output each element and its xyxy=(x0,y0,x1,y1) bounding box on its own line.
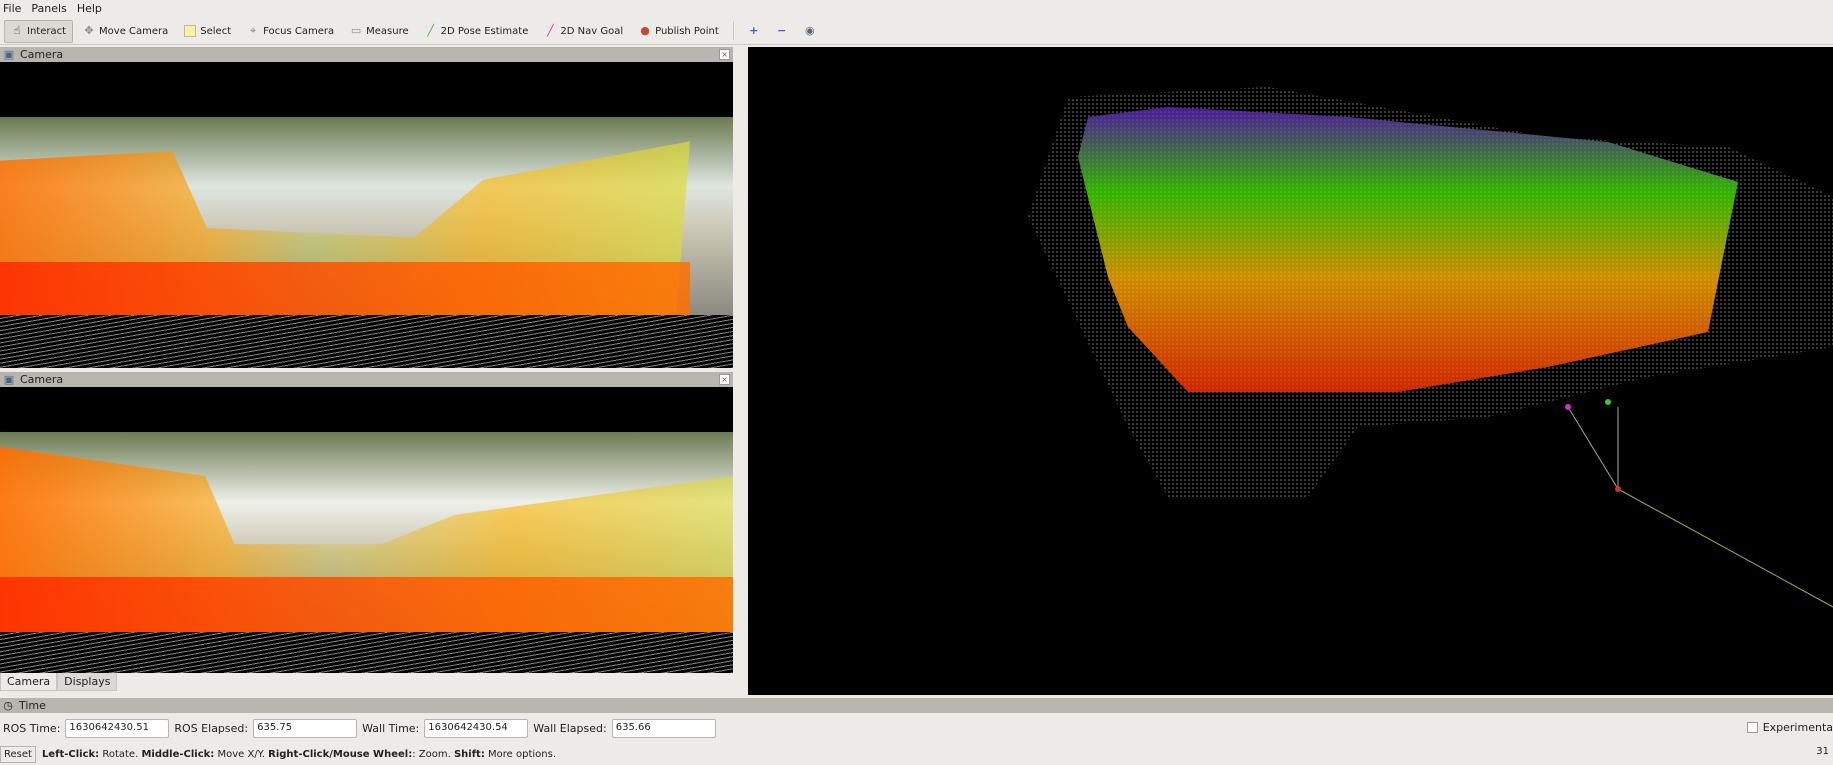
camera-panel-header-1: ▣ Camera × xyxy=(0,47,733,62)
camera-view-2 xyxy=(0,387,733,673)
minus-icon: − xyxy=(777,24,787,37)
point-cloud xyxy=(1028,87,1833,608)
ros-elapsed-label: ROS Elapsed: xyxy=(174,721,249,735)
near-points-overlay xyxy=(0,262,690,315)
wall-time-field[interactable]: 1630642430.54 xyxy=(424,718,529,738)
clock-icon: ◷ xyxy=(3,698,13,712)
near-points-overlay xyxy=(0,577,733,632)
move-camera-tool[interactable]: ✥ Move Camera xyxy=(77,20,174,43)
lidar-ground-points xyxy=(0,315,733,368)
move-camera-icon: ✥ xyxy=(84,24,94,37)
experimental-checkbox[interactable]: Experimenta xyxy=(1746,721,1833,734)
green-arrow-icon: ╱ xyxy=(427,24,434,37)
select-tool[interactable]: Select xyxy=(178,20,237,43)
pose-estimate-tool[interactable]: ╱ 2D Pose Estimate xyxy=(419,20,535,43)
tool-label: Move Camera xyxy=(99,25,169,37)
tool-label: Interact xyxy=(27,25,67,37)
menu-file[interactable]: File xyxy=(3,2,21,16)
camera-view-1 xyxy=(0,62,733,368)
lidar-ground-points xyxy=(0,632,733,673)
toolbar: ☝ Interact ✥ Move Camera Select ⌖ Focus Cam… xyxy=(0,18,1833,45)
close-panel-button[interactable]: × xyxy=(719,374,730,385)
tool-label: 2D Pose Estimate xyxy=(440,25,529,37)
pink-arrow-icon: ╱ xyxy=(547,24,554,37)
status-hint: Left-Click: Rotate. Middle-Click: Move X… xyxy=(41,748,557,760)
plus-icon: + xyxy=(749,24,759,37)
focus-camera-tool[interactable]: ⌖ Focus Camera xyxy=(241,20,340,43)
toolbar-divider xyxy=(732,22,734,40)
menu-panels[interactable]: Panels xyxy=(31,2,66,16)
panel-tabs: Camera Displays xyxy=(0,673,118,691)
select-icon xyxy=(184,25,197,37)
hand-cursor-icon: ☝ xyxy=(13,24,21,37)
time-row: ROS Time: 1630642430.51 ROS Elapsed: 635… xyxy=(0,718,716,738)
time-panel-header: ◷ Time xyxy=(0,698,1833,713)
map-pin-icon: ● xyxy=(640,24,650,37)
status-bar: Reset Left-Click: Rotate. Middle-Click: … xyxy=(0,744,556,764)
panel-title: Camera xyxy=(20,48,64,61)
wall-time-label: Wall Time: xyxy=(362,721,420,735)
camera-icon: ▣ xyxy=(3,372,15,386)
tool-label: Focus Camera xyxy=(263,25,335,37)
measure-tool[interactable]: ▭ Measure xyxy=(344,20,415,43)
close-panel-button[interactable]: × xyxy=(719,49,730,60)
tool-label: Select xyxy=(200,25,232,37)
tf-frames xyxy=(1565,399,1833,608)
panel-title: Camera xyxy=(20,373,64,386)
view-options-button[interactable]: ◉ xyxy=(798,20,822,43)
wall-elapsed-label: Wall Elapsed: xyxy=(533,721,607,735)
ros-time-label: ROS Time: xyxy=(3,721,61,735)
tool-label: Publish Point xyxy=(655,25,719,37)
time-panel-title: Time xyxy=(19,699,46,712)
experimental-label: Experimenta xyxy=(1762,721,1833,734)
remove-tool-button[interactable]: − xyxy=(770,20,794,43)
focus-camera-icon: ⌖ xyxy=(250,24,257,37)
checkbox[interactable] xyxy=(1746,722,1758,733)
tool-label: Measure xyxy=(366,25,409,37)
ros-time-field[interactable]: 1630642430.51 xyxy=(65,718,170,738)
ruler-icon: ▭ xyxy=(350,24,362,37)
add-tool-button[interactable]: + xyxy=(742,20,766,43)
nav-goal-tool[interactable]: ╱ 2D Nav Goal xyxy=(538,20,629,43)
camera-icon: ▣ xyxy=(3,47,15,61)
eye-icon: ◉ xyxy=(804,24,815,37)
interact-tool[interactable]: ☝ Interact xyxy=(4,19,74,43)
3d-viewport[interactable] xyxy=(748,47,1833,695)
menu-help[interactable]: Help xyxy=(77,2,102,16)
publish-point-tool[interactable]: ● Publish Point xyxy=(633,20,725,43)
camera-panel-header-2: ▣ Camera × xyxy=(0,372,733,387)
menu-bar: File Panels Help xyxy=(0,0,1833,18)
reset-button[interactable]: Reset xyxy=(0,745,36,763)
ros-elapsed-field[interactable]: 635.75 xyxy=(253,718,358,738)
tool-label: 2D Nav Goal xyxy=(560,25,624,37)
wall-elapsed-field[interactable]: 635.66 xyxy=(611,718,716,738)
tab-displays[interactable]: Displays xyxy=(57,673,118,691)
tab-camera[interactable]: Camera xyxy=(0,673,58,691)
fps-readout: 31 xyxy=(1816,746,1829,757)
